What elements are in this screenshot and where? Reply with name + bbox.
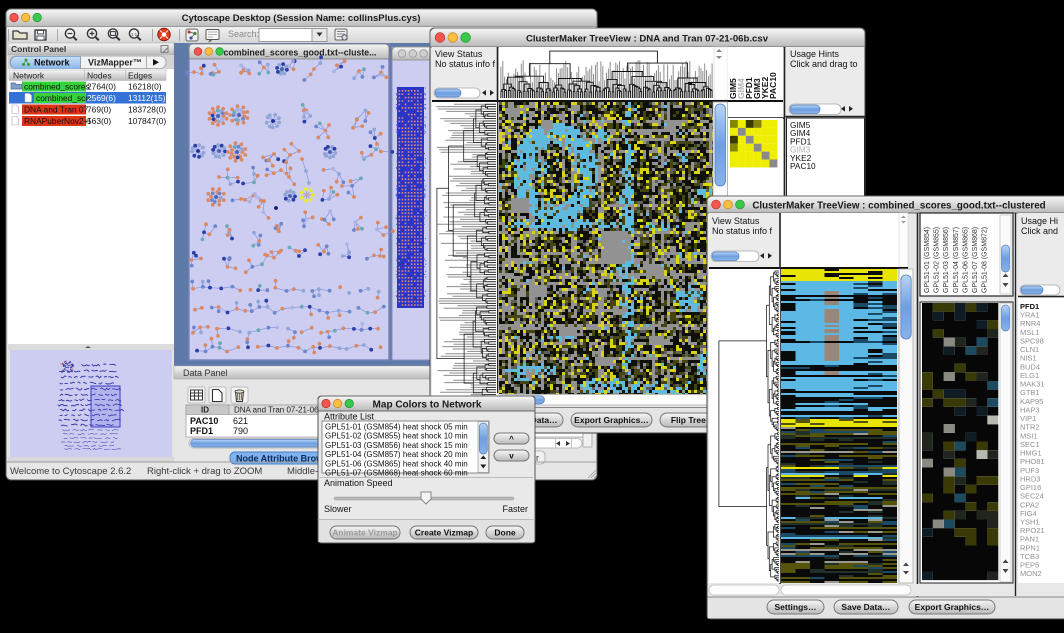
svg-text:GPL51-01 (GSM854) heat shock 0: GPL51-01 (GSM854) heat shock 05 min [325, 423, 468, 432]
svg-text:Welcome to Cytoscape 2.6.2: Welcome to Cytoscape 2.6.2 [10, 466, 131, 477]
svg-text:VizMapper™: VizMapper™ [88, 58, 142, 68]
svg-text:Nodes: Nodes [87, 71, 112, 81]
svg-text:1:1: 1:1 [131, 32, 138, 37]
svg-text:combined_scores: combined_scores [24, 82, 90, 92]
svg-text:GPL51-03 (GSM856) heat shock 1: GPL51-03 (GSM856) heat shock 15 min [325, 441, 468, 450]
svg-text:Network: Network [34, 58, 71, 68]
svg-text:BUD4: BUD4 [1020, 362, 1040, 371]
svg-text:621: 621 [233, 416, 248, 426]
svg-text:2569(6): 2569(6) [87, 93, 116, 103]
svg-text:563(0): 563(0) [87, 116, 111, 126]
svg-text:Usage Hi: Usage Hi [1021, 216, 1058, 226]
svg-text:combined_scores_good.txt--clus: combined_scores_good.txt--cluste... [223, 48, 376, 58]
svg-text:Network: Network [13, 71, 45, 81]
svg-text:107847(0): 107847(0) [128, 116, 166, 126]
svg-text:Attribute List: Attribute List [324, 412, 375, 422]
svg-text:Click and: Click and [1021, 226, 1058, 236]
svg-text:MON2: MON2 [1020, 569, 1042, 578]
svg-text:Export Graphics…: Export Graphics… [574, 415, 649, 425]
svg-text:GPL51-02 (GSM855): GPL51-02 (GSM855) [934, 227, 941, 293]
svg-text:ID: ID [201, 406, 209, 415]
svg-text:GPL51-02 (GSM855) heat shock 1: GPL51-02 (GSM855) heat shock 10 min [325, 432, 468, 441]
svg-text:No status info f: No status info f [435, 59, 496, 69]
svg-text:DNA and Tran 07-21-06…: DNA and Tran 07-21-06… [234, 406, 327, 415]
svg-text:769(0): 769(0) [87, 105, 111, 115]
svg-text:GPL51-04 (GSM857): GPL51-04 (GSM857) [953, 227, 960, 293]
svg-text:Export Graphics…: Export Graphics… [915, 602, 990, 612]
svg-text:Save Data…: Save Data… [841, 602, 890, 612]
svg-text:Control Panel: Control Panel [11, 44, 66, 54]
svg-text:GPL51-06 (GSM865) heat shock 4: GPL51-06 (GSM865) heat shock 40 min [325, 459, 468, 468]
svg-text:790: 790 [233, 426, 248, 436]
svg-text:GPL51-01 (GSM854): GPL51-01 (GSM854) [924, 227, 931, 293]
svg-text:183728(0): 183728(0) [128, 105, 166, 115]
svg-text:Cytoscape Desktop (Session Nam: Cytoscape Desktop (Session Name: collins… [182, 13, 421, 24]
svg-text:Right-click + drag to ZOOM: Right-click + drag to ZOOM [147, 466, 262, 477]
svg-text:Create Vizmap: Create Vizmap [415, 528, 473, 538]
svg-text:^: ^ [509, 435, 514, 444]
svg-text:GPL51-07 (GSM868): GPL51-07 (GSM868) [972, 227, 979, 293]
svg-text:Middle-: Middle- [287, 466, 318, 477]
svg-text:GPL51-06 (GSM865): GPL51-06 (GSM865) [962, 227, 969, 293]
svg-text:PAC10: PAC10 [768, 72, 778, 99]
svg-text:SEC24: SEC24 [1020, 492, 1044, 501]
svg-text:Slower: Slower [324, 504, 352, 514]
svg-text:Edges: Edges [128, 71, 152, 81]
svg-text:13112(15): 13112(15) [128, 93, 166, 103]
svg-text:Click and drag to: Click and drag to [790, 59, 858, 69]
svg-text:2764(0): 2764(0) [87, 82, 116, 92]
svg-text:Settings…: Settings… [774, 602, 816, 612]
svg-text:PFD1: PFD1 [190, 426, 213, 436]
svg-text:No status info f: No status info f [712, 226, 773, 236]
svg-text:GPL51-03 (GSM856): GPL51-03 (GSM856) [943, 227, 950, 293]
svg-text:HMG1: HMG1 [1020, 449, 1042, 458]
svg-text:RNAPuberNov2+I: RNAPuberNov2+I [24, 116, 91, 126]
svg-text:PAC10: PAC10 [190, 416, 218, 426]
svg-text:ClusterMaker TreeView : DNA an: ClusterMaker TreeView : DNA and Tran 07-… [526, 34, 769, 45]
svg-text:v: v [509, 452, 514, 461]
svg-text:GPL51-04 (GSM857) heat shock 2: GPL51-04 (GSM857) heat shock 20 min [325, 450, 468, 459]
svg-text:PAN1: PAN1 [1020, 535, 1039, 544]
svg-text:Map Colors to Network: Map Colors to Network [373, 400, 482, 411]
svg-text:View Status: View Status [712, 216, 760, 226]
svg-text:16218(0): 16218(0) [128, 82, 162, 92]
svg-text:Data Panel: Data Panel [183, 368, 228, 378]
svg-text:Faster: Faster [502, 504, 528, 514]
svg-text:View Status: View Status [435, 49, 483, 59]
svg-text:GPL51-08 (GSM872): GPL51-08 (GSM872) [982, 227, 989, 293]
svg-text:Usage Hints: Usage Hints [790, 49, 840, 59]
svg-text:RNR4: RNR4 [1020, 319, 1040, 328]
svg-text:ClusterMaker TreeView : combin: ClusterMaker TreeView : combined_scores_… [752, 201, 1045, 212]
svg-text:Done: Done [494, 528, 516, 538]
svg-text:DNA and Tran 07: DNA and Tran 07 [24, 105, 89, 115]
svg-text:Animation Speed: Animation Speed [324, 478, 393, 488]
svg-text:GPL51-07 (GSM868) heat shock 6: GPL51-07 (GSM868) heat shock 60 min [325, 469, 468, 478]
svg-text:combined_sco: combined_sco [36, 93, 90, 103]
svg-text:Animate Vizmap: Animate Vizmap [332, 528, 398, 538]
svg-text:PAC10: PAC10 [790, 161, 816, 171]
svg-text:Search:: Search: [228, 29, 259, 39]
svg-text:HAP3: HAP3 [1020, 405, 1040, 414]
